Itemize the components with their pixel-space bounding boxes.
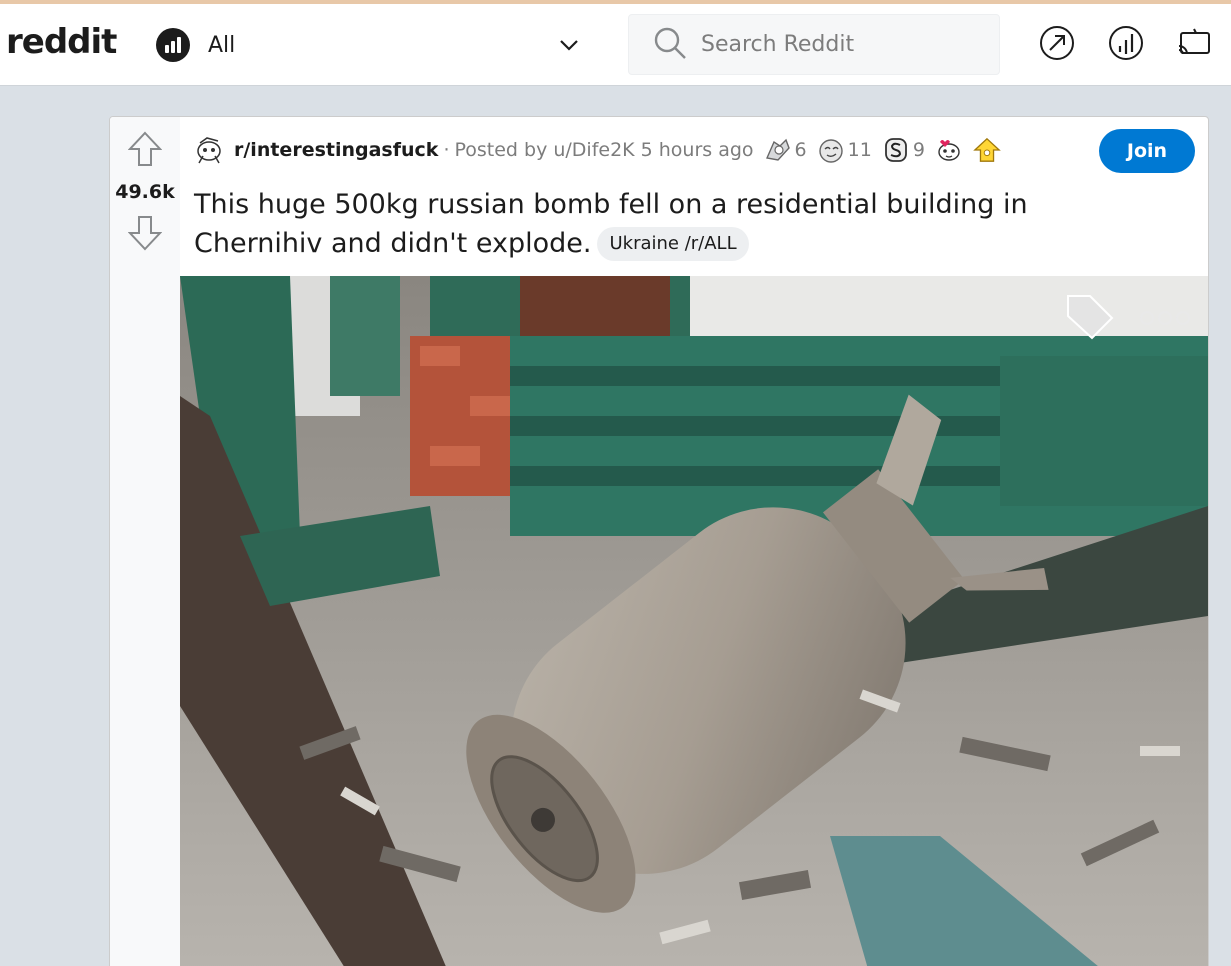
- top-header: reddit All: [0, 4, 1231, 86]
- cast-button[interactable]: [1174, 24, 1216, 66]
- all-chart-icon: [1107, 24, 1145, 66]
- reddit-logo[interactable]: reddit: [6, 22, 117, 62]
- search-input[interactable]: [701, 32, 981, 57]
- meta-separator: ·: [443, 139, 450, 161]
- award-helpful[interactable]: 11: [817, 136, 872, 164]
- silver-award-icon: [764, 136, 792, 164]
- award-count: 11: [847, 139, 872, 161]
- cast-icon: [1176, 24, 1214, 66]
- posted-by-label: Posted by: [454, 139, 548, 161]
- subreddit-link[interactable]: r/interestingasfuck: [234, 139, 438, 161]
- upvote-arrow-icon: [127, 131, 163, 171]
- post-age[interactable]: 5 hours ago: [641, 139, 754, 161]
- search-icon: [653, 26, 687, 64]
- wholesome-award-icon: [882, 136, 910, 164]
- post-image[interactable]: [180, 276, 1208, 966]
- subreddit-avatar-icon[interactable]: [194, 135, 224, 165]
- join-button[interactable]: Join: [1099, 129, 1195, 173]
- award-silver[interactable]: 6: [764, 136, 807, 164]
- award-count: 9: [912, 139, 925, 161]
- vote-column: 49.6k: [110, 117, 180, 966]
- upvote-button[interactable]: [127, 131, 163, 171]
- bomb-photo: [180, 276, 1208, 966]
- popular-arrow-icon: [1038, 24, 1076, 66]
- heart-award-icon: [935, 136, 963, 164]
- award-count: 6: [794, 139, 807, 161]
- award-wholesome[interactable]: 9: [882, 136, 925, 164]
- feed-label: All: [208, 32, 236, 58]
- username-link[interactable]: u/Dife2K: [553, 139, 634, 161]
- downvote-arrow-icon: [127, 215, 163, 255]
- helpful-award-icon: [817, 136, 845, 164]
- post-meta: r/interestingasfuck · Posted by u/Dife2K…: [194, 135, 1001, 165]
- award-heart[interactable]: [935, 136, 963, 164]
- gold-award-icon: [973, 136, 1001, 164]
- feed-icon: [156, 28, 190, 62]
- all-button[interactable]: [1105, 24, 1147, 66]
- chevron-down-icon: [558, 34, 580, 60]
- award-gold[interactable]: [973, 136, 1001, 164]
- post-title[interactable]: This huge 500kg russian bomb fell on a r…: [194, 185, 1094, 263]
- post-card[interactable]: 49.6k r/interestingasfuck · Posted by u/…: [109, 116, 1209, 966]
- post-flair[interactable]: Ukraine /r/ALL: [597, 227, 749, 261]
- search-bar[interactable]: [628, 14, 1000, 75]
- downvote-button[interactable]: [127, 215, 163, 255]
- popular-button[interactable]: [1036, 24, 1078, 66]
- feed-selector[interactable]: All: [156, 26, 586, 64]
- vote-score: 49.6k: [115, 181, 175, 203]
